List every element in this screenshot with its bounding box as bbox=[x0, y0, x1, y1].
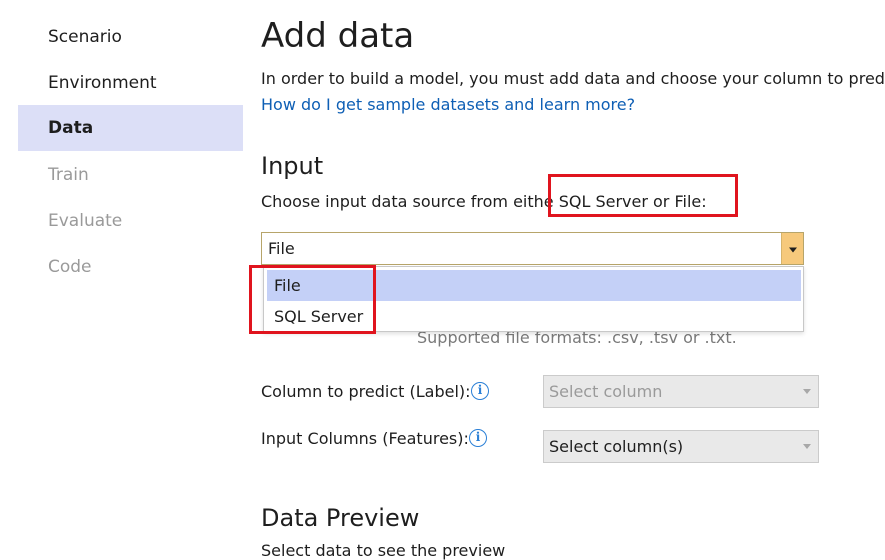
sidebar-item-scenario[interactable]: Scenario bbox=[18, 14, 243, 60]
label-column-placeholder: Select column bbox=[549, 382, 663, 401]
data-source-select[interactable]: File bbox=[261, 232, 804, 265]
info-icon[interactable]: i bbox=[469, 429, 487, 447]
choose-source-prefix: Choose input data source from eithe bbox=[261, 192, 554, 211]
highlight-annotation-source-text bbox=[548, 174, 738, 217]
sidebar-item-data[interactable]: Data bbox=[18, 105, 243, 151]
feature-columns-select[interactable]: Select column(s) bbox=[543, 430, 819, 463]
feature-columns-label: Input Columns (Features): bbox=[261, 429, 469, 448]
page-title: Add data bbox=[261, 16, 415, 56]
sidebar-item-code: Code bbox=[48, 257, 92, 277]
data-preview-heading: Data Preview bbox=[261, 504, 420, 532]
sidebar-item-environment[interactable]: Environment bbox=[18, 60, 243, 106]
sidebar-item-evaluate: Evaluate bbox=[48, 211, 123, 231]
chevron-down-icon bbox=[803, 444, 811, 449]
data-source-select-value: File bbox=[268, 239, 295, 258]
highlight-annotation-options bbox=[249, 265, 376, 334]
sidebar-item-train: Train bbox=[48, 165, 89, 185]
label-column-label: Column to predict (Label): bbox=[261, 382, 471, 401]
intro-text: In order to build a model, you must add … bbox=[261, 69, 885, 88]
input-heading: Input bbox=[261, 152, 324, 180]
chevron-down-icon bbox=[803, 389, 811, 394]
info-icon[interactable]: i bbox=[471, 382, 489, 400]
label-column-select[interactable]: Select column bbox=[543, 375, 819, 408]
chevron-down-icon bbox=[788, 247, 797, 252]
dropdown-arrow-button[interactable] bbox=[781, 233, 803, 264]
sample-datasets-link[interactable]: How do I get sample datasets and learn m… bbox=[261, 95, 635, 114]
feature-columns-value: Select column(s) bbox=[549, 437, 684, 456]
data-preview-subtext: Select data to see the preview bbox=[261, 541, 506, 560]
